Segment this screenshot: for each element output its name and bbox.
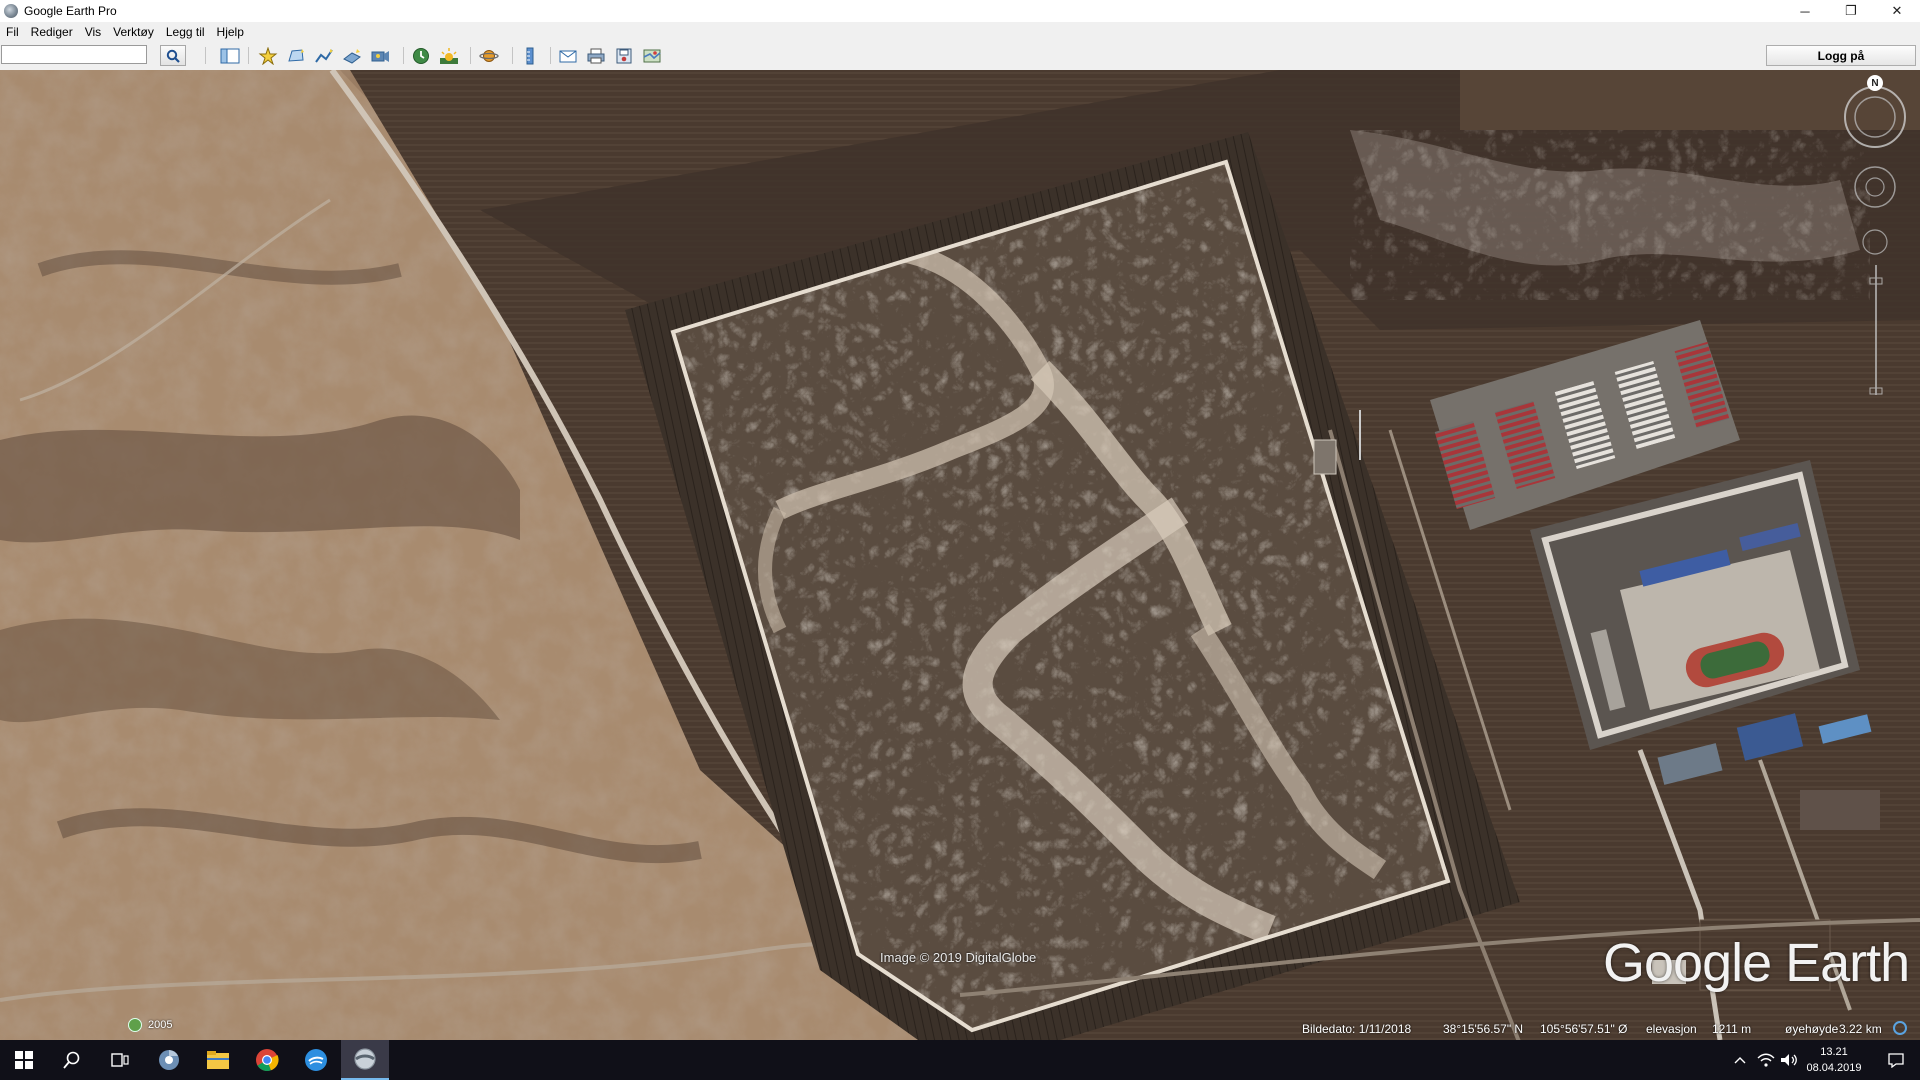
menu-bar: Fil Rediger Vis Verktøy Legg til Hjelp — [0, 22, 1920, 42]
menu-add[interactable]: Legg til — [160, 25, 211, 39]
planets-icon — [479, 49, 499, 62]
action-center-button[interactable] — [1876, 1040, 1916, 1080]
clock-date: 08.04.2019 — [1806, 1062, 1862, 1074]
google-earth-icon — [4, 4, 18, 18]
menu-file[interactable]: Fil — [0, 25, 25, 39]
google-earth-icon — [354, 1048, 376, 1070]
google-earth-logo: Google Earth — [1603, 933, 1910, 993]
notification-icon — [1888, 1053, 1904, 1068]
network-button[interactable] — [1754, 1040, 1778, 1080]
email-button[interactable] — [556, 45, 580, 66]
search-button[interactable] — [160, 45, 186, 66]
map-view[interactable]: N Image © 2019 DigitalGlobe Google Earth… — [0, 70, 1920, 1040]
menu-view[interactable]: Vis — [79, 25, 107, 39]
email-icon — [559, 50, 577, 62]
elevation-label: elevasjon — [1646, 1022, 1697, 1036]
toolbar-separator — [248, 47, 249, 64]
window-controls: ─ ❐ ✕ — [1782, 0, 1920, 22]
historical-imagery-button[interactable] — [409, 45, 433, 66]
planets-button[interactable] — [477, 45, 501, 66]
taskbar-app-chrome[interactable] — [243, 1040, 291, 1080]
menu-edit[interactable]: Rediger — [25, 25, 79, 39]
save-image-icon — [616, 48, 632, 63]
search-icon — [166, 49, 180, 63]
eye-altitude-label: øyehøyde — [1785, 1022, 1839, 1036]
toolbar-separator — [205, 47, 206, 64]
toolbar-separator — [512, 47, 513, 64]
close-button[interactable]: ✕ — [1874, 0, 1920, 22]
path-icon — [315, 48, 333, 63]
status-bar: Bildedato: 1/11/2018 38°15'56.57" N 105°… — [0, 1020, 1920, 1038]
add-placemark-button[interactable] — [256, 45, 280, 66]
ruler-button[interactable] — [518, 45, 542, 66]
historical-imagery-icon — [413, 47, 429, 64]
eye-altitude-value: 3.22 km — [1839, 1022, 1882, 1036]
streaming-globe-icon — [1893, 1021, 1907, 1035]
toolbar-separator — [550, 47, 551, 64]
sunlight-button[interactable] — [437, 45, 461, 66]
print-icon — [587, 48, 605, 63]
show-hidden-icons-button[interactable] — [1728, 1040, 1752, 1080]
sidebar-toggle-button[interactable] — [218, 45, 242, 66]
title-bar: Google Earth Pro ─ ❐ ✕ — [0, 0, 1920, 22]
login-button[interactable]: Logg på — [1766, 45, 1916, 66]
taskbar-app-google-earth[interactable] — [341, 1040, 389, 1080]
toolbar: Logg på — [0, 42, 1920, 71]
elevation-value: 1211 m — [1712, 1022, 1752, 1036]
file-explorer-icon — [207, 1051, 229, 1069]
task-view-button[interactable] — [96, 1040, 144, 1080]
sidebar-icon — [220, 48, 240, 63]
minimize-button[interactable]: ─ — [1782, 0, 1828, 22]
image-overlay-button[interactable] — [340, 45, 364, 66]
taskbar-app-browser-alt[interactable] — [145, 1040, 193, 1080]
placemark-icon — [258, 46, 278, 65]
add-path-button[interactable] — [312, 45, 336, 66]
toolbar-separator — [403, 47, 404, 64]
taskbar-app-feedback[interactable] — [292, 1040, 340, 1080]
restore-button[interactable]: ❐ — [1828, 0, 1874, 22]
menu-help[interactable]: Hjelp — [211, 25, 250, 39]
record-tour-button[interactable] — [368, 45, 392, 66]
save-image-button[interactable] — [612, 45, 636, 66]
tour-icon — [371, 50, 389, 62]
window-title: Google Earth Pro — [24, 4, 117, 18]
windows-taskbar: 13.21 08.04.2019 — [0, 1040, 1920, 1080]
search-input[interactable] — [1, 45, 147, 64]
feedback-icon — [305, 1049, 327, 1071]
image-date: Bildedato: 1/11/2018 — [1302, 1022, 1412, 1036]
taskbar-clock[interactable]: 13.21 08.04.2019 — [1794, 1044, 1874, 1076]
wifi-icon — [1757, 1053, 1775, 1067]
image-overlay-icon — [343, 48, 361, 64]
chrome-icon — [256, 1049, 279, 1071]
sunlight-icon — [440, 47, 458, 64]
toolbar-separator — [470, 47, 471, 64]
north-indicator[interactable]: N — [1867, 75, 1883, 91]
taskbar-search-button[interactable] — [48, 1040, 96, 1080]
imagery-attribution: Image © 2019 DigitalGlobe — [880, 950, 1037, 965]
chevron-up-icon — [1734, 1057, 1746, 1064]
clock-time: 13.21 — [1820, 1046, 1848, 1058]
chrome-alt-icon — [159, 1050, 179, 1070]
windows-logo-icon — [15, 1051, 33, 1069]
view-in-maps-button[interactable] — [640, 45, 664, 66]
ruler-icon — [526, 47, 534, 64]
taskbar-app-file-explorer[interactable] — [194, 1040, 242, 1080]
start-button[interactable] — [0, 1040, 48, 1080]
add-polygon-button[interactable] — [284, 45, 308, 66]
menu-tools[interactable]: Verktøy — [107, 25, 160, 39]
latitude: 38°15'56.57" N — [1443, 1022, 1524, 1036]
task-view-icon — [111, 1053, 129, 1067]
maps-icon — [643, 49, 661, 62]
search-icon — [63, 1051, 80, 1069]
print-button[interactable] — [584, 45, 608, 66]
longitude: 105°56'57.51" Ø — [1540, 1022, 1628, 1036]
satellite-imagery[interactable] — [0, 70, 1920, 1040]
polygon-icon — [288, 48, 304, 62]
